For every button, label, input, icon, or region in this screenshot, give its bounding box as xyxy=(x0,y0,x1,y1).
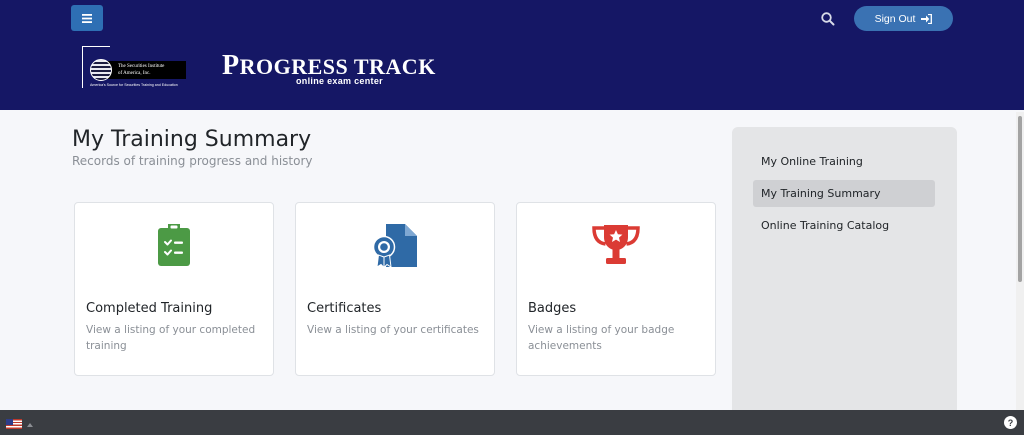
sign-out-label: Sign Out xyxy=(874,12,916,25)
page-subtitle: Records of training progress and history xyxy=(72,154,313,168)
card-title: Completed Training xyxy=(86,301,213,316)
logo-frame-horizontal xyxy=(82,46,110,47)
hamburger-icon xyxy=(82,13,92,23)
trophy-icon xyxy=(592,225,640,264)
certificate-icon xyxy=(372,224,417,269)
search-icon[interactable] xyxy=(820,11,836,27)
top-header: Sign Out The Securities Institute of Ame… xyxy=(0,0,1024,110)
sidebar-item-label: Online Training Catalog xyxy=(761,219,890,232)
logo-name-band: The Securities Institute of America, Inc… xyxy=(106,61,186,79)
sidebar-item-online-training-catalog[interactable]: Online Training Catalog xyxy=(753,212,935,239)
footer-bar xyxy=(0,410,1024,435)
logo-tagline: America's Source for Securities Training… xyxy=(90,83,178,87)
progress-track-brand: PROGRESS TRACK online exam center xyxy=(222,52,436,87)
menu-toggle-button[interactable] xyxy=(71,5,103,31)
card-title: Badges xyxy=(528,301,577,316)
logo-name-line-1: The Securities Institute xyxy=(118,64,165,69)
certificates-card[interactable]: Certificates View a listing of your cert… xyxy=(295,202,495,376)
card-description: View a listing of your completed trainin… xyxy=(86,324,256,352)
badges-card[interactable]: Badges View a listing of your badge achi… xyxy=(516,202,716,376)
page-title: My Training Summary xyxy=(72,127,312,152)
sidebar-item-my-training-summary[interactable]: My Training Summary xyxy=(753,180,935,207)
sidebar-item-my-online-training[interactable]: My Online Training xyxy=(753,148,935,175)
logo-frame-vertical xyxy=(82,46,83,88)
sidebar-nav: My Online Training My Training Summary O… xyxy=(732,127,957,417)
completed-training-card[interactable]: Completed Training View a listing of you… xyxy=(74,202,274,376)
sign-in-arrow-icon xyxy=(921,13,933,24)
card-description: View a listing of your badge achievement… xyxy=(528,324,675,352)
sidebar-item-label: My Online Training xyxy=(761,155,863,168)
clipboard-check-icon xyxy=(158,224,190,266)
vertical-scrollbar[interactable] xyxy=(1016,112,1024,410)
sidebar-item-label: My Training Summary xyxy=(761,187,881,200)
scrollbar-thumb[interactable] xyxy=(1018,116,1022,282)
brand-initial: P xyxy=(222,50,240,81)
globe-icon xyxy=(90,59,112,81)
card-description: View a listing of your certificates xyxy=(307,324,479,336)
logo-name-line-2: of America, Inc. xyxy=(118,71,151,76)
company-logo[interactable]: The Securities Institute of America, Inc… xyxy=(82,46,194,88)
help-icon[interactable]: ? xyxy=(1004,416,1017,429)
us-flag-icon[interactable] xyxy=(6,419,22,429)
card-title: Certificates xyxy=(307,301,382,316)
sign-out-button[interactable]: Sign Out xyxy=(854,6,953,31)
caret-up-icon[interactable] xyxy=(27,423,33,427)
